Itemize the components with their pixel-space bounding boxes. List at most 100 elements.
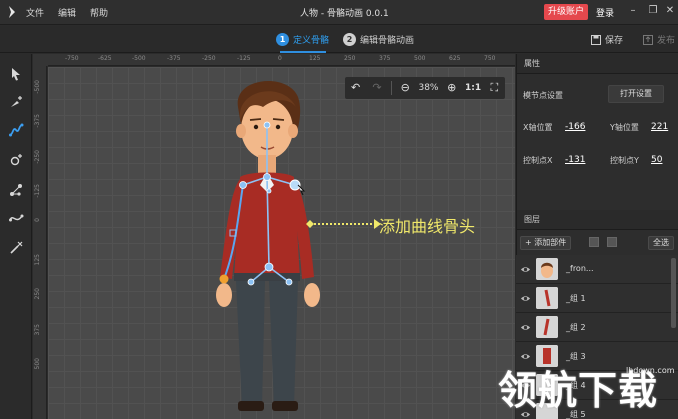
eye-icon[interactable] (520, 322, 531, 333)
group-icon[interactable] (589, 237, 599, 247)
step-define-bones[interactable]: 1 定义骨骼 (276, 33, 329, 46)
watermark-url: lhdown.com (626, 366, 675, 375)
step-label: 定义骨骼 (293, 36, 330, 46)
ruler-tick: 0 (278, 55, 282, 62)
layer-scrollbar[interactable] (671, 258, 676, 328)
left-toolbar (0, 54, 32, 419)
zoom-in-icon[interactable]: ⊕ (441, 77, 462, 99)
ruler-tick: -500 (132, 55, 146, 62)
publish-button[interactable]: 发布 (643, 33, 675, 46)
step-number: 1 (276, 33, 289, 46)
save-button[interactable]: 保存 (591, 33, 623, 46)
menu-edit[interactable]: 编辑 (58, 6, 76, 19)
login-link[interactable]: 登录 (596, 6, 614, 19)
ruler-tick: 750 (484, 55, 496, 62)
zoom-out-icon[interactable]: ⊖ (395, 77, 416, 99)
eye-icon[interactable] (520, 264, 531, 275)
ruler-tick: -750 (65, 55, 79, 62)
zoom-level: 38% (418, 83, 439, 93)
layer-row[interactable]: _组 2 (516, 313, 678, 342)
menu-file[interactable]: 文件 (26, 6, 44, 19)
layer-thumbnail (536, 258, 558, 280)
ruler-tick: 250 (344, 55, 356, 62)
delete-layer-icon[interactable] (607, 237, 617, 247)
layer-thumbnail (536, 316, 558, 338)
control-x-label: 控制点X (523, 156, 553, 165)
layers-header: 图层 (517, 210, 678, 230)
ruler-tick: -625 (98, 55, 112, 62)
wave-bone-icon[interactable] (8, 210, 24, 226)
add-bone-icon[interactable] (8, 94, 24, 110)
curve-bone-icon[interactable] (8, 122, 24, 138)
layer-thumbnail (536, 287, 558, 309)
divider (390, 81, 392, 95)
editor-canvas[interactable] (48, 67, 515, 419)
ruler-tick: 500 (34, 358, 41, 370)
bind-joint-icon[interactable] (8, 182, 24, 198)
ruler-tick: 625 (449, 55, 461, 62)
actual-size-button[interactable]: 1:1 (462, 77, 483, 99)
publish-label: 发布 (657, 36, 676, 46)
ruler-tick: -125 (237, 55, 251, 62)
add-part-button[interactable]: + 添加部件 (520, 236, 572, 250)
select-all-button[interactable]: 全选 (648, 236, 674, 250)
ruler-corner (33, 54, 48, 66)
ruler-tick: 125 (34, 254, 41, 266)
step-number: 2 (343, 33, 356, 46)
fullscreen-icon[interactable]: ⛶ (484, 77, 505, 99)
character-figure[interactable] (48, 67, 515, 419)
control-x-value[interactable]: -131 (565, 155, 585, 165)
layer-name: _组 1 (566, 294, 586, 303)
control-y-value[interactable]: 50 (651, 155, 662, 165)
close-icon[interactable]: ✕ (664, 5, 676, 17)
ruler-tick: -500 (34, 80, 41, 94)
ruler-tick: -250 (202, 55, 216, 62)
ruler-tick: 125 (309, 55, 321, 62)
undo-icon[interactable]: ↶ (345, 77, 366, 99)
zoom-toolbar: ↶ ↷ ⊖ 38% ⊕ 1:1 ⛶ (345, 77, 505, 99)
step-edit-animation[interactable]: 2 编辑骨骼动画 (343, 33, 414, 46)
add-joint-icon[interactable] (8, 152, 24, 168)
ruler-tick: -375 (34, 114, 41, 128)
ruler-tick: 250 (34, 288, 41, 300)
select-arrow-icon[interactable] (8, 66, 24, 82)
save-icon (591, 34, 601, 45)
active-step-indicator (280, 51, 326, 53)
publish-icon (643, 34, 653, 45)
open-settings-button[interactable]: 打开设置 (608, 85, 664, 103)
ruler-left: -500 -375 -250 -125 0 125 250 375 500 (33, 66, 47, 419)
joint-setting-label: 模节点设置 (523, 91, 563, 100)
minimize-icon[interactable]: – (627, 5, 639, 17)
control-y-label: 控制点Y (610, 156, 639, 165)
x-position-value[interactable]: -166 (565, 122, 585, 132)
menu-help[interactable]: 帮助 (90, 6, 108, 19)
x-position-label: X轴位置 (523, 123, 553, 132)
ruler-top: -750 -625 -500 -375 -250 -125 0 125 250 … (48, 54, 515, 66)
step-label: 编辑骨骼动画 (360, 36, 415, 46)
upgrade-account-button[interactable]: 升级账户 (544, 4, 589, 20)
annotation-label: 添加曲线骨头 (379, 217, 476, 236)
layer-row[interactable]: _组 1 (516, 284, 678, 313)
redo-icon[interactable]: ↷ (366, 77, 387, 99)
menu-bar: 文件 编辑 帮助 (26, 6, 108, 19)
ruler-tick: 0 (34, 218, 41, 222)
y-position-value[interactable]: 221 (651, 122, 668, 132)
ruler-tick: 500 (414, 55, 426, 62)
ruler-tick: 375 (379, 55, 391, 62)
restore-icon[interactable]: ❐ (647, 5, 659, 17)
delete-bone-icon[interactable] (8, 240, 24, 256)
eye-icon[interactable] (520, 293, 531, 304)
layer-name: _组 2 (566, 323, 586, 332)
properties-header: 属性 (517, 54, 678, 74)
title-bar: 文件 编辑 帮助 人物 - 骨骼动画 0.0.1 升级账户 登录 – ❐ ✕ (0, 0, 678, 25)
steps-bar: 1 定义骨骼 2 编辑骨骼动画 保存 发布 (0, 26, 678, 53)
layer-row[interactable]: _fron... (516, 255, 678, 284)
app-logo-icon (9, 6, 15, 18)
ruler-tick: 375 (34, 324, 41, 336)
ruler-tick: -375 (167, 55, 181, 62)
ruler-tick: -250 (34, 150, 41, 164)
layer-name: _fron... (566, 264, 594, 273)
y-position-label: Y轴位置 (610, 123, 639, 132)
ruler-tick: -125 (34, 184, 41, 198)
window-title: 人物 - 骨骼动画 0.0.1 (300, 9, 389, 19)
